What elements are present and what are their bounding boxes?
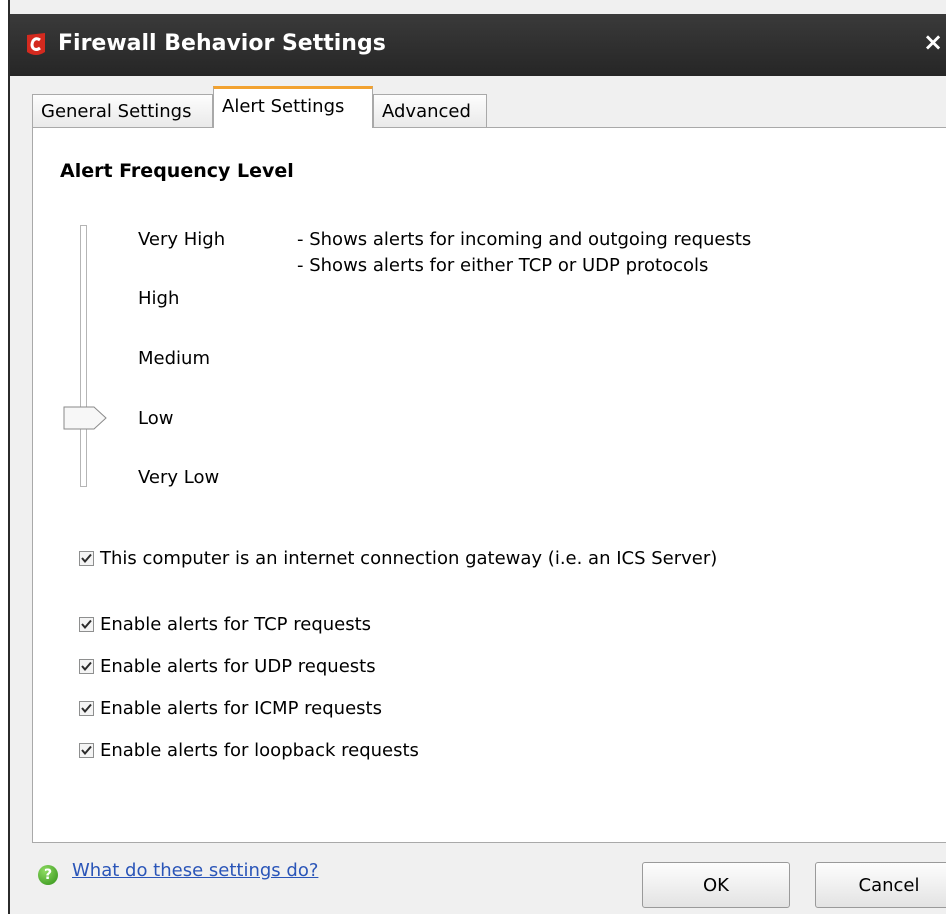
tab-alert-settings[interactable]: Alert Settings bbox=[213, 86, 373, 128]
level-high[interactable]: High bbox=[138, 288, 179, 309]
udp-alerts-option[interactable]: Enable alerts for UDP requests bbox=[79, 654, 376, 678]
udp-alerts-checkbox[interactable] bbox=[79, 658, 94, 674]
alert-frequency-heading: Alert Frequency Level bbox=[60, 160, 294, 182]
checkmark-icon bbox=[81, 619, 92, 629]
loopback-alerts-option[interactable]: Enable alerts for loopback requests bbox=[79, 738, 419, 762]
icmp-alerts-option[interactable]: Enable alerts for ICMP requests bbox=[79, 696, 382, 720]
cancel-button[interactable]: Cancel bbox=[815, 862, 946, 908]
tab-general-settings[interactable]: General Settings bbox=[32, 94, 213, 128]
checkmark-icon bbox=[81, 745, 92, 755]
ics-server-label: This computer is an internet connection … bbox=[100, 547, 718, 569]
help-link[interactable]: What do these settings do? bbox=[72, 860, 318, 881]
level-low[interactable]: Low bbox=[138, 408, 173, 429]
ics-server-option[interactable]: This computer is an internet connection … bbox=[79, 546, 717, 570]
close-button[interactable]: × bbox=[920, 28, 946, 58]
loopback-alerts-checkbox[interactable] bbox=[79, 742, 94, 758]
level-medium[interactable]: Medium bbox=[138, 348, 210, 369]
alert-frequency-slider-thumb[interactable] bbox=[63, 406, 107, 430]
alert-frequency-slider-track[interactable] bbox=[80, 225, 87, 487]
icmp-alerts-checkbox[interactable] bbox=[79, 700, 94, 716]
level-description-line-1: - Shows alerts for incoming and outgoing… bbox=[297, 229, 752, 250]
ics-server-checkbox[interactable] bbox=[79, 550, 94, 566]
tcp-alerts-label: Enable alerts for TCP requests bbox=[100, 613, 372, 635]
firewall-behavior-settings-window: Firewall Behavior Settings × General Set… bbox=[8, 0, 946, 914]
level-very-high[interactable]: Very High bbox=[138, 229, 225, 250]
icmp-alerts-label: Enable alerts for ICMP requests bbox=[100, 697, 382, 719]
level-description-line-2: - Shows alerts for either TCP or UDP pro… bbox=[297, 255, 709, 276]
level-very-low[interactable]: Very Low bbox=[138, 467, 219, 488]
tcp-alerts-checkbox[interactable] bbox=[79, 616, 94, 632]
loopback-alerts-label: Enable alerts for loopback requests bbox=[100, 739, 419, 761]
tcp-alerts-option[interactable]: Enable alerts for TCP requests bbox=[79, 612, 371, 636]
ok-button[interactable]: OK bbox=[642, 862, 790, 908]
checkmark-icon bbox=[81, 703, 92, 713]
udp-alerts-label: Enable alerts for UDP requests bbox=[100, 655, 376, 677]
comodo-logo-icon bbox=[27, 33, 45, 55]
help-icon[interactable]: ? bbox=[38, 865, 58, 885]
tab-strip: General Settings Alert Settings Advanced bbox=[10, 76, 946, 128]
checkmark-icon bbox=[81, 661, 92, 671]
checkmark-icon bbox=[81, 553, 92, 563]
window-title: Firewall Behavior Settings bbox=[58, 31, 386, 56]
tab-advanced[interactable]: Advanced bbox=[373, 94, 487, 128]
alert-settings-panel: Alert Frequency Level Very High High Med… bbox=[32, 127, 946, 843]
title-bar: Firewall Behavior Settings × bbox=[10, 14, 946, 76]
